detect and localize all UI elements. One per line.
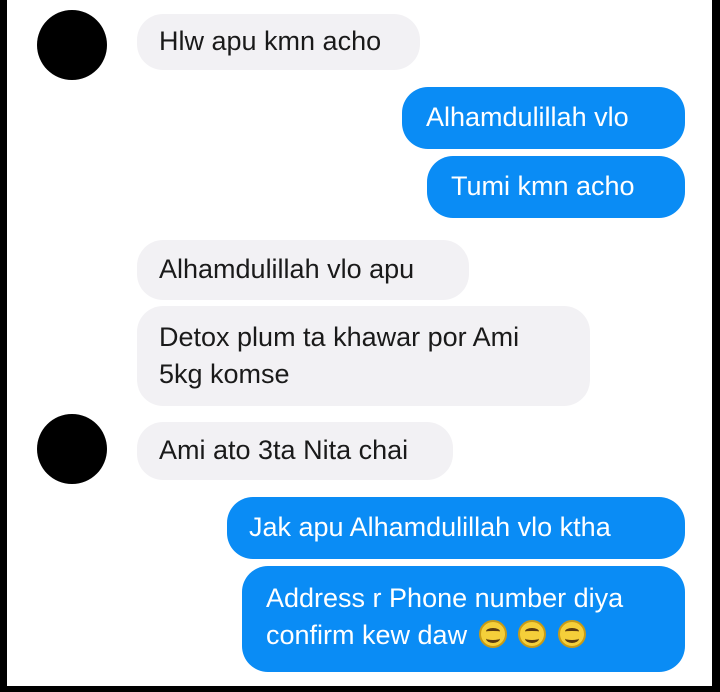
contact-avatar[interactable] [37, 10, 107, 80]
smile-emoji-icon [518, 620, 547, 648]
message-text-line: confirm kew daw [266, 617, 661, 654]
message-text: Tumi kmn acho [451, 171, 635, 201]
incoming-message[interactable]: Hlw apu kmn acho [137, 14, 420, 70]
smile-emoji-icon [557, 620, 586, 648]
incoming-message[interactable]: Alhamdulillah vlo apu [137, 240, 469, 300]
outgoing-message[interactable]: Address r Phone number diya confirm kew … [242, 566, 685, 672]
message-text-line: Detox plum ta khawar por Ami [159, 322, 520, 352]
outgoing-message[interactable]: Tumi kmn acho [427, 156, 685, 218]
incoming-message[interactable]: Ami ato 3ta Nita chai [137, 422, 453, 480]
message-text: Alhamdulillah vlo [426, 102, 629, 132]
outgoing-message[interactable]: Jak apu Alhamdulillah vlo ktha [227, 497, 685, 559]
message-text: Jak apu Alhamdulillah vlo ktha [249, 512, 611, 542]
incoming-message[interactable]: Detox plum ta khawar por Ami 5kg komse [137, 306, 590, 406]
message-text: confirm kew daw [266, 620, 468, 650]
message-text-line: Address r Phone number diya [266, 583, 624, 613]
message-text: Hlw apu kmn acho [159, 26, 382, 56]
chat-conversation: Hlw apu kmn acho Alhamdulillah vlo Tumi … [7, 0, 712, 686]
message-text-line: 5kg komse [159, 359, 290, 389]
smile-emoji-icon [478, 620, 507, 648]
message-text: Alhamdulillah vlo apu [159, 254, 415, 284]
message-text: Ami ato 3ta Nita chai [159, 435, 409, 465]
contact-avatar[interactable] [37, 414, 107, 484]
outgoing-message[interactable]: Alhamdulillah vlo [402, 87, 685, 149]
